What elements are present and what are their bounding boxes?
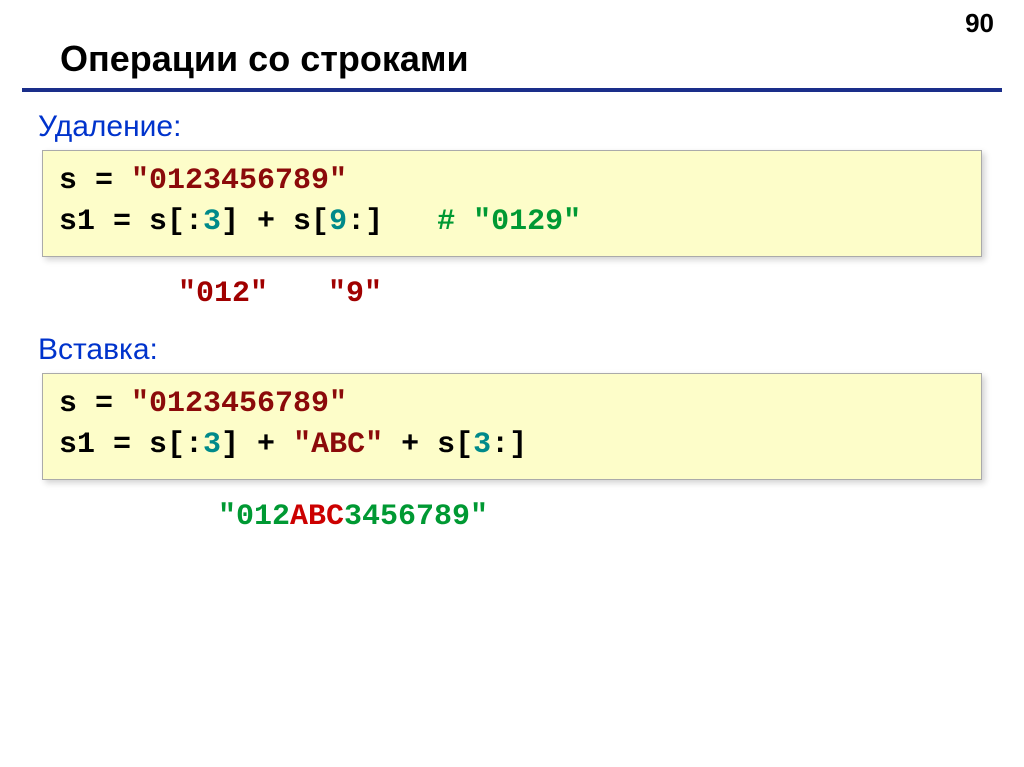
slide-title: Операции со строками — [22, 0, 1002, 92]
code-number: 3 — [203, 428, 221, 462]
deletion-label: Удаление — [38, 110, 986, 144]
annotation-part: "012 — [218, 500, 290, 534]
insertion-code-box: s = "0123456789" s1 = s[:3] + "ABC" + s[… — [42, 373, 982, 480]
code-number: 9 — [329, 205, 347, 239]
code-text: :] — [347, 205, 437, 239]
insertion-code-line-1: s = "0123456789" — [59, 384, 965, 425]
code-comment: # "0129" — [437, 205, 581, 239]
deletion-code-line-2: s1 = s[:3] + s[9:] # "0129" — [59, 202, 965, 243]
deletion-annotation: "012" "9" — [38, 269, 986, 333]
annotation-part: "9" — [328, 277, 382, 311]
annotation-part: ABC — [290, 500, 344, 534]
code-text: s1 = s[: — [59, 428, 203, 462]
annotation-part: "012" — [178, 277, 268, 311]
code-text: + s[ — [383, 428, 473, 462]
code-string: "ABC" — [293, 428, 383, 462]
insertion-code-line-2: s1 = s[:3] + "ABC" + s[3:] — [59, 425, 965, 466]
deletion-code-box: s = "0123456789" s1 = s[:3] + s[9:] # "0… — [42, 150, 982, 257]
code-number: 3 — [203, 205, 221, 239]
page-number: 90 — [965, 8, 994, 39]
insertion-label: Вставка — [38, 333, 986, 367]
slide-content: Удаление s = "0123456789" s1 = s[:3] + s… — [0, 110, 1024, 556]
code-number: 3 — [473, 428, 491, 462]
deletion-code-line-1: s = "0123456789" — [59, 161, 965, 202]
code-text: s = — [59, 164, 131, 198]
code-text: s = — [59, 387, 131, 421]
code-text: ] + s[ — [221, 205, 329, 239]
annotation-part: 3456789" — [344, 500, 488, 534]
code-string: "0123456789" — [131, 164, 347, 198]
code-string: "0123456789" — [131, 387, 347, 421]
insertion-annotation: "012ABC3456789" — [38, 492, 986, 556]
code-text: :] — [491, 428, 527, 462]
code-text: s1 = s[: — [59, 205, 203, 239]
code-text: ] + — [221, 428, 293, 462]
